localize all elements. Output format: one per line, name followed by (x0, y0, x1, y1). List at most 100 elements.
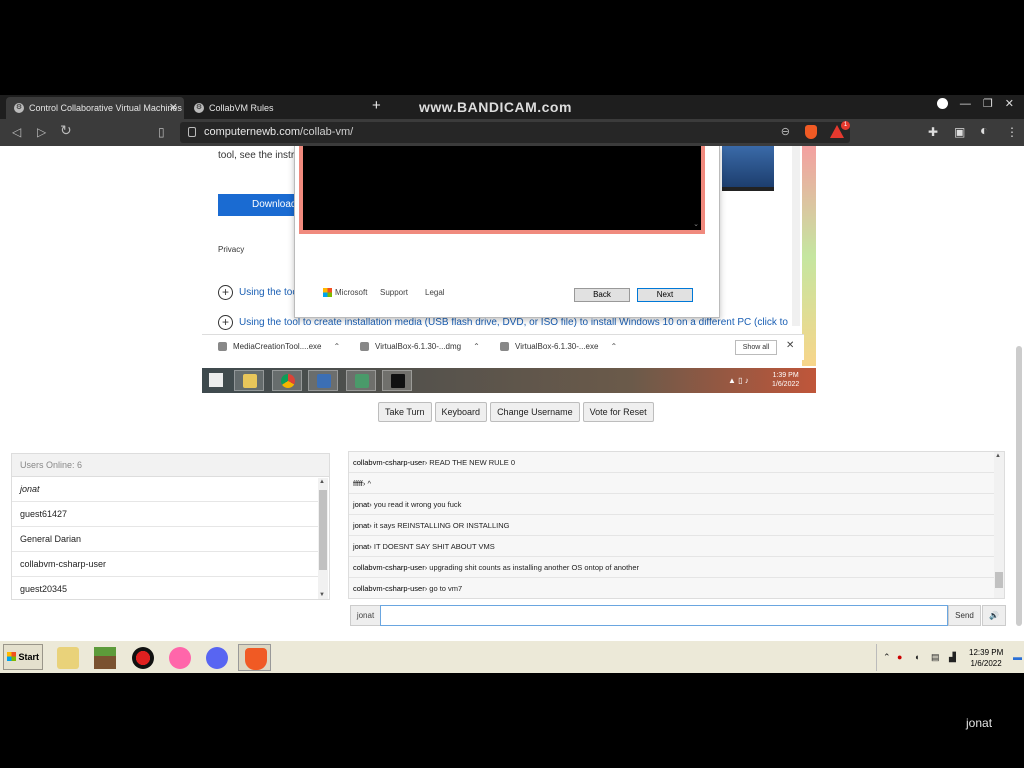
users-panel: Users Online: 6 jonat guest61427 General… (11, 453, 330, 600)
chat-text: ^ (367, 479, 372, 488)
url-path: /collab-vm/ (300, 126, 354, 138)
back-arrow-icon[interactable]: ◁ (12, 125, 21, 139)
vm-clock-date: 1/6/2022 (772, 381, 800, 388)
send-button[interactable]: Send (948, 605, 981, 626)
chevron-up-icon: ⌃ (610, 342, 618, 351)
show-hidden-icon[interactable]: ⌃ (883, 652, 891, 663)
new-tab-button[interactable]: + (372, 97, 381, 114)
host-clock[interactable]: 12:39 PM 1/6/2022 (969, 647, 1003, 669)
lock-icon (188, 127, 196, 137)
scroll-up-icon[interactable]: ▲ (995, 453, 1001, 459)
chat-message: collabvm-csharp-user› go to vm7 (353, 584, 463, 593)
chat-input[interactable] (380, 605, 948, 626)
scroll-down-icon[interactable]: ▼ (319, 592, 325, 598)
chat-input-row: jonat Send 🔊 (350, 605, 1006, 626)
vm-display[interactable]: tool, see the instru Download Privacy + … (202, 146, 816, 395)
reload-icon[interactable]: ↻ (60, 122, 72, 139)
windows-start-icon (209, 373, 223, 387)
keyboard-button[interactable]: Keyboard (434, 402, 488, 422)
record-icon[interactable] (936, 98, 948, 109)
take-turn-button[interactable]: Take Turn (378, 402, 432, 422)
microsoft-brand: Microsoft (323, 288, 367, 297)
chat-message: collabvm-csharp-user› READ THE NEW RULE … (349, 452, 994, 473)
start-label: Start (18, 652, 39, 662)
menu-icon[interactable]: ⋮ (1006, 125, 1018, 139)
record-tray-icon[interactable]: ● (897, 652, 902, 662)
dialog-next-button: Next (637, 288, 693, 302)
scroll-thumb[interactable] (995, 572, 1003, 588)
volume-button[interactable]: 🔊 (982, 605, 1006, 626)
vm-privacy-text: Privacy (218, 245, 245, 254)
notification-icon[interactable]: ▬ (1013, 652, 1022, 662)
bandicam-watermark: www.BANDICAM.com (419, 99, 572, 115)
chat-message: jonat› you read it wrong you fuck (349, 494, 994, 515)
brave-browser-icon[interactable] (238, 644, 271, 671)
chat-message: jonat› it says REINSTALLING OR INSTALLIN… (349, 515, 994, 536)
scroll-thumb[interactable] (319, 490, 327, 570)
file-icon (360, 342, 369, 351)
vm-control-buttons: Take Turn Keyboard Change Username Vote … (378, 402, 654, 422)
bandicam-icon[interactable] (126, 644, 159, 671)
address-toolbar: ◁ ▷ ↻ ▯ computernewb.com/collab-vm/ ⊖ 1 … (0, 119, 1024, 146)
volume-icon[interactable]: ◖ (914, 652, 919, 662)
scroll-down-icon: ⌄ (693, 221, 699, 228)
user-row[interactable]: collabvm-csharp-user (12, 552, 319, 577)
plus-circle-icon: + (218, 315, 233, 330)
restore-icon[interactable]: ❐ (983, 97, 993, 110)
download-name: VirtualBox-6.1.30-...exe (515, 342, 599, 351)
support-link: Support (380, 288, 409, 297)
dialog-back-button: Back (574, 288, 630, 302)
chat-user: collabvm-csharp-user (353, 563, 425, 572)
vote-reset-button[interactable]: Vote for Reset (582, 402, 654, 422)
brave-rewards-icon[interactable]: 1 (830, 121, 850, 138)
minimize-icon[interactable]: — (960, 98, 971, 110)
chevron-up-icon: ⌃ (473, 342, 480, 351)
user-row[interactable]: guest61427 (12, 502, 319, 527)
collabvm-page: tool, see the instru Download Privacy + … (0, 146, 1024, 636)
chat-scrollbar[interactable]: ▲ (994, 452, 1004, 598)
extensions-icon[interactable]: ✚ (928, 125, 938, 139)
close-tab-icon[interactable]: ✕ (169, 101, 178, 114)
user-row[interactable]: jonat (12, 477, 319, 502)
host-taskbar: Start ⌃ ● ◖ ▤ ▟ 12:39 PM 1/6/2022 ▬ (0, 640, 1024, 673)
tab-title: CollabVM Rules (209, 103, 274, 113)
download-item: VirtualBox-6.1.30-...dmg ⌃ (360, 342, 480, 351)
brave-shields-icon[interactable] (805, 125, 817, 139)
host-clock-time: 12:39 PM (969, 648, 1004, 657)
virtualbox-icon (308, 370, 338, 391)
users-online-header: Users Online: 6 (12, 454, 329, 477)
network-icon[interactable]: ▤ (931, 652, 940, 663)
chat-text: go to vm7 (429, 584, 463, 593)
change-username-button[interactable]: Change Username (490, 402, 580, 422)
minecraft-icon[interactable] (88, 644, 121, 671)
chat-user: fffff (353, 479, 363, 488)
scroll-up-icon[interactable]: ▲ (319, 479, 325, 485)
legal-link: Legal (425, 288, 445, 297)
user-row[interactable]: General Darian (12, 527, 319, 552)
signal-icon[interactable]: ▟ (949, 652, 956, 663)
chat-text: upgrading shit counts as installing anot… (429, 563, 640, 572)
page-scrollbar[interactable] (1016, 346, 1022, 626)
bookmark-icon[interactable]: ▯ (158, 125, 165, 139)
chat-username: jonat (350, 605, 381, 626)
discord-icon[interactable] (200, 644, 233, 671)
forward-arrow-icon[interactable]: ▷ (37, 125, 46, 139)
wallet-icon[interactable]: ▣ (954, 125, 965, 139)
url-bar[interactable]: computernewb.com/collab-vm/ ⊖ (180, 122, 850, 143)
show-all-button: Show all (735, 340, 777, 355)
chat-user: collabvm-csharp-user (353, 584, 425, 593)
vpn-icon[interactable]: ◐ (980, 122, 988, 138)
url-host: computernewb.com (204, 126, 300, 138)
file-manager-icon[interactable] (51, 644, 84, 671)
user-row[interactable]: guest20345 (12, 577, 319, 602)
tab-collabvm-rules[interactable]: ⚙ CollabVM Rules (186, 97, 364, 119)
vm-expander-1: + Using the too (218, 285, 298, 300)
tab-collabvm[interactable]: ⚙ Control Collaborative Virtual Machines… (6, 97, 184, 119)
zoom-icon[interactable]: ⊖ (781, 122, 790, 143)
users-scrollbar[interactable]: ▲ ▼ (318, 478, 328, 599)
start-button[interactable]: Start (3, 644, 43, 670)
download-name: VirtualBox-6.1.30-...dmg (375, 342, 462, 351)
osu-icon[interactable] (163, 644, 196, 671)
close-icon[interactable]: ✕ (1005, 97, 1014, 110)
file-explorer-icon (234, 370, 264, 391)
